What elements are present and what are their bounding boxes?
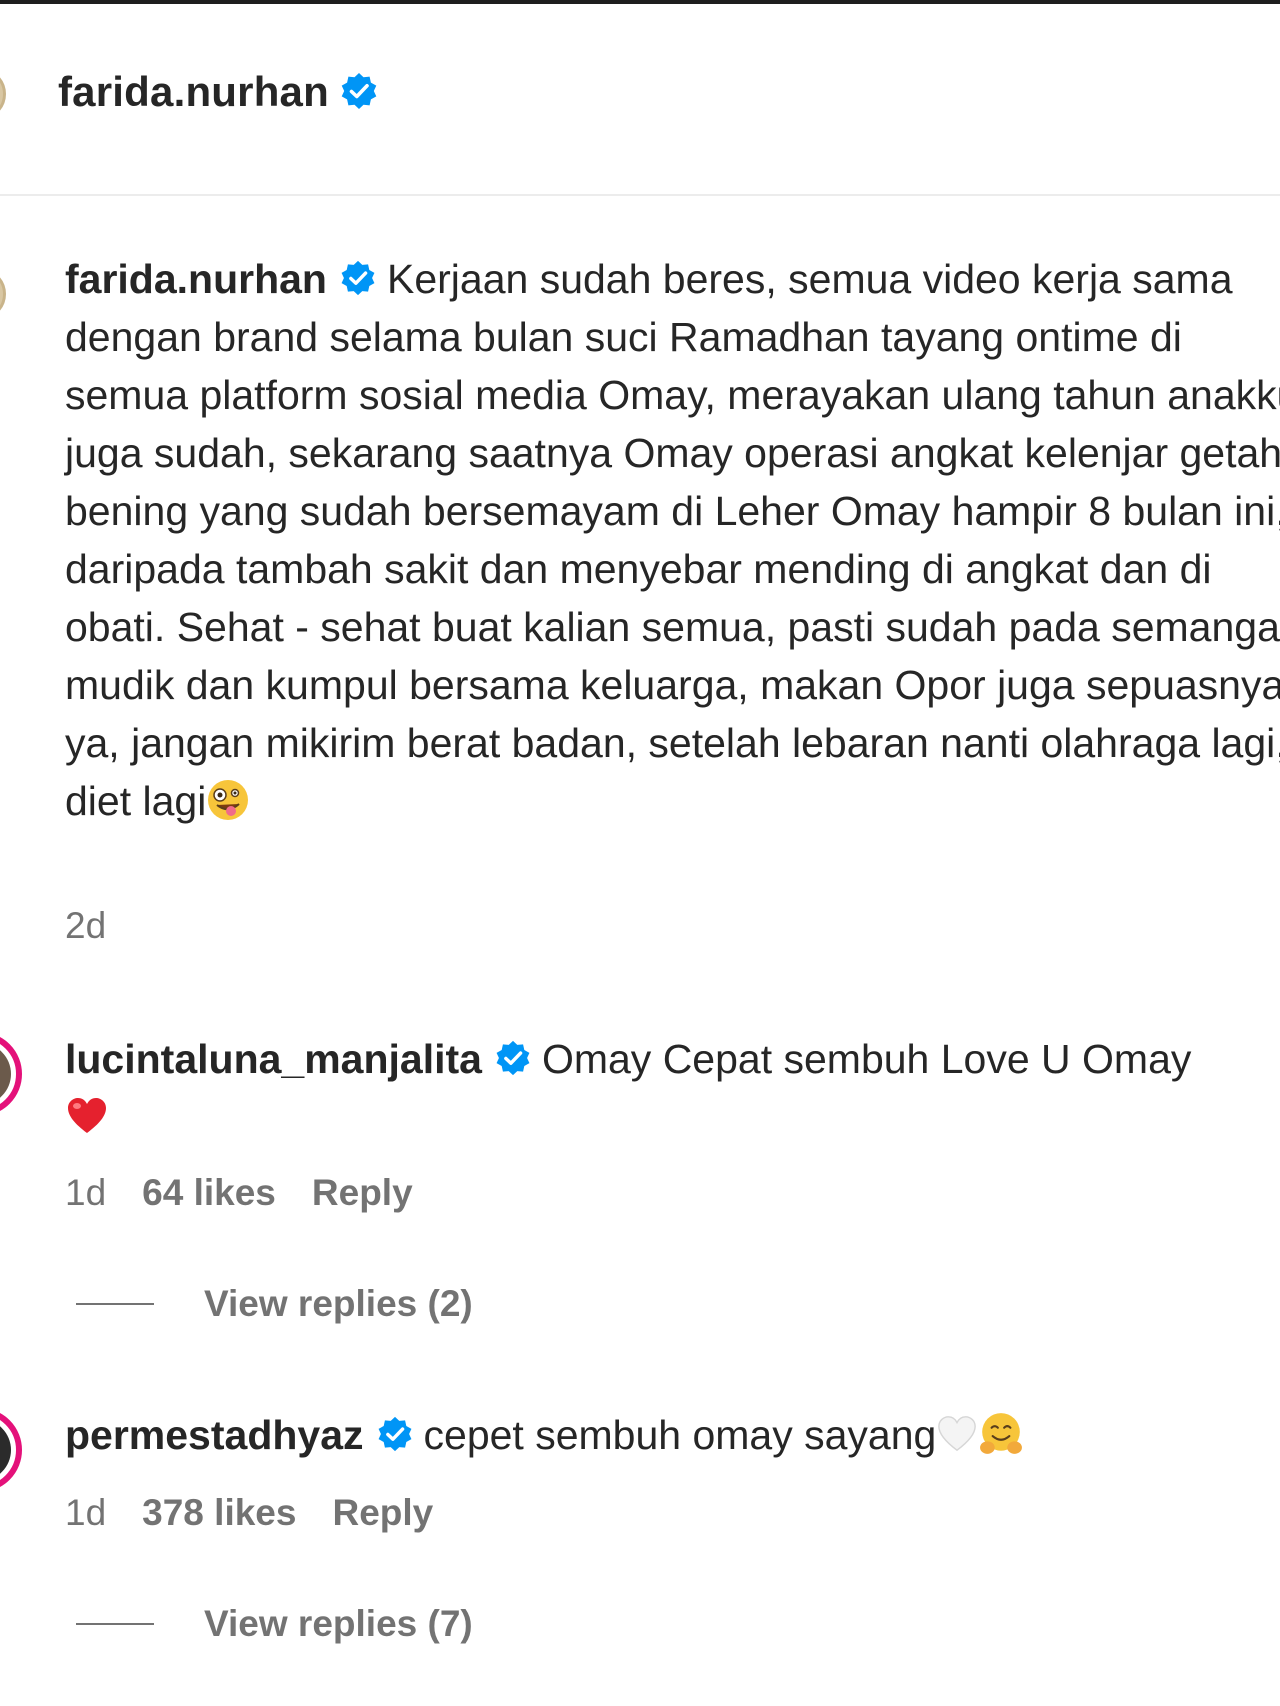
- view-replies-label[interactable]: View replies (2): [204, 1283, 473, 1325]
- comment-username[interactable]: permestadhyaz: [65, 1412, 364, 1458]
- verified-badge-icon: [496, 1041, 530, 1076]
- comment-text: Omay Cepat sembuh Love U Omay: [541, 1036, 1192, 1082]
- likes-count[interactable]: 378 likes: [142, 1492, 296, 1533]
- comments-page: farida.nurhan farida.nurhan Kerjaan suda…: [0, 0, 1280, 1706]
- view-replies-button[interactable]: View replies (7): [76, 1603, 473, 1645]
- reply-button[interactable]: Reply: [332, 1492, 433, 1533]
- red-heart-emoji-icon: [68, 1098, 106, 1134]
- caption-meta: 2d: [65, 905, 142, 947]
- view-replies-button[interactable]: View replies (2): [76, 1283, 473, 1325]
- zany-face-emoji-icon: [208, 780, 249, 821]
- white-heart-emoji-icon: [938, 1416, 977, 1452]
- replies-divider-line: [76, 1303, 154, 1305]
- verified-badge-icon: [341, 72, 377, 109]
- comment-time: 1d: [65, 1492, 107, 1533]
- post-header: farida.nurhan: [0, 0, 1280, 196]
- header-username-text[interactable]: farida.nurhan: [58, 68, 329, 115]
- comment-1-meta: 1d 64 likes Reply: [65, 1172, 449, 1214]
- caption-avatar[interactable]: [0, 268, 6, 320]
- header-avatar[interactable]: [0, 68, 6, 120]
- header-username[interactable]: farida.nurhan: [58, 68, 379, 116]
- comment-2: permestadhyaz cepet sembuh omay sayang: [65, 1406, 1280, 1464]
- caption-username[interactable]: farida.nurhan: [65, 256, 327, 302]
- comment-2-meta: 1d 378 likes Reply: [65, 1492, 469, 1534]
- comment-avatar[interactable]: [0, 1032, 22, 1116]
- caption-time: 2d: [65, 905, 107, 946]
- comment-avatar[interactable]: [0, 1408, 22, 1492]
- comment-1: lucintaluna_manjalita Omay Cepat sembuh …: [65, 1030, 1280, 1146]
- comment-username[interactable]: lucintaluna_manjalita: [65, 1036, 482, 1082]
- replies-divider-line: [76, 1623, 154, 1625]
- likes-count[interactable]: 64 likes: [142, 1172, 276, 1213]
- comment-text: cepet sembuh omay sayang: [423, 1412, 937, 1458]
- hugging-face-emoji-icon: [980, 1413, 1023, 1455]
- verified-badge-icon: [341, 261, 375, 296]
- caption-text: Kerjaan sudah beres, semua video kerja s…: [65, 256, 1280, 824]
- reply-button[interactable]: Reply: [312, 1172, 413, 1213]
- comment-time: 1d: [65, 1172, 107, 1213]
- verified-badge-icon: [378, 1417, 411, 1452]
- view-replies-label[interactable]: View replies (7): [204, 1603, 473, 1645]
- caption: farida.nurhan Kerjaan sudah beres, semua…: [65, 250, 1280, 830]
